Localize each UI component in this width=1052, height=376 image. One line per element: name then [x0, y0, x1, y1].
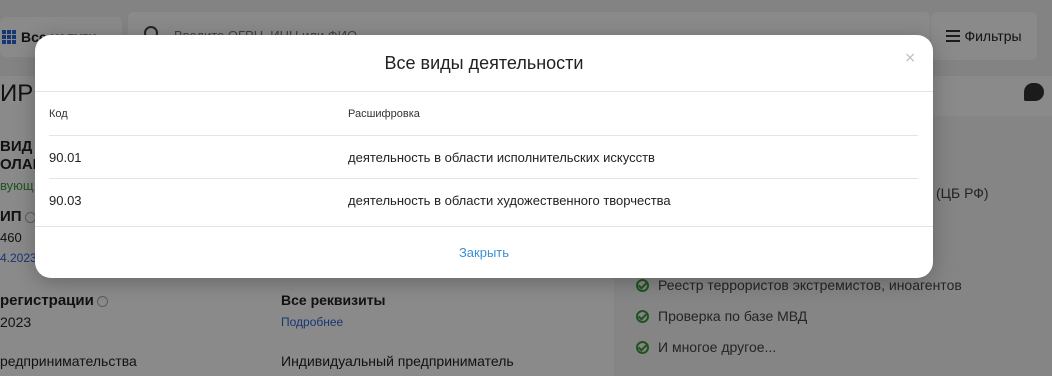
activities-modal: Все виды деятельности × Код Расшифровка …	[35, 35, 933, 278]
close-button[interactable]: Закрыть	[459, 245, 509, 260]
table-row: 90.03 деятельность в области художествен…	[49, 179, 918, 222]
modal-title: Все виды деятельности	[384, 53, 584, 73]
modal-header: Все виды деятельности ×	[35, 35, 933, 92]
column-header-code: Код	[49, 107, 68, 120]
activity-code: 90.03	[49, 193, 82, 208]
modal-footer: Закрыть	[35, 226, 933, 278]
activity-code: 90.01	[49, 149, 82, 165]
activities-table: Код Расшифровка 90.01 деятельность в обл…	[49, 92, 918, 222]
activity-description: деятельность в области исполнительских и…	[348, 149, 655, 165]
table-row: 90.01 деятельность в области исполнитель…	[49, 136, 918, 179]
table-header-row: Код Расшифровка	[49, 92, 918, 136]
column-header-description: Расшифровка	[348, 107, 420, 120]
activity-description: деятельность в области художественного т…	[348, 193, 671, 208]
close-icon[interactable]: ×	[904, 50, 916, 66]
